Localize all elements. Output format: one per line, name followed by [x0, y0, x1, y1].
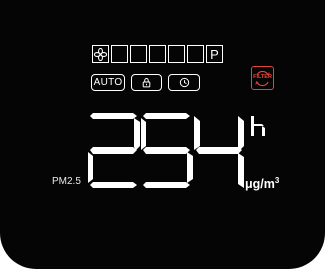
- auto-mode-button[interactable]: AUTO: [91, 74, 125, 91]
- unit-text: μg/m: [245, 177, 275, 192]
- fan-icon-cell[interactable]: [92, 45, 109, 63]
- mode-row: AUTO: [91, 74, 200, 91]
- lock-button[interactable]: [131, 74, 162, 91]
- fan-level-3: [149, 45, 166, 63]
- filter-label: FILTER: [253, 74, 272, 80]
- hour-suffix: [251, 116, 265, 136]
- fan-power-label: P: [210, 46, 219, 62]
- fan-level-1: [111, 45, 128, 63]
- fan-icon: [94, 47, 107, 61]
- timer-button[interactable]: [168, 74, 200, 91]
- lock-icon: [142, 78, 151, 88]
- pm25-label: PM2.5: [52, 176, 81, 187]
- unit-label: μg/m3: [245, 176, 279, 191]
- unit-exponent: 3: [274, 176, 280, 185]
- fan-power-mode[interactable]: P: [206, 45, 223, 63]
- fan-level-5: [187, 45, 204, 63]
- pm25-value-display: [88, 113, 244, 188]
- device-display-panel: P AUTO FILTER PM2.5 μg/m3: [0, 0, 325, 269]
- auto-mode-label: AUTO: [93, 77, 123, 88]
- filter-indicator[interactable]: FILTER: [251, 66, 274, 90]
- clock-icon: [179, 77, 189, 88]
- fan-level-2: [130, 45, 147, 63]
- fan-level-4: [168, 45, 185, 63]
- fan-speed-bar: P: [92, 45, 225, 63]
